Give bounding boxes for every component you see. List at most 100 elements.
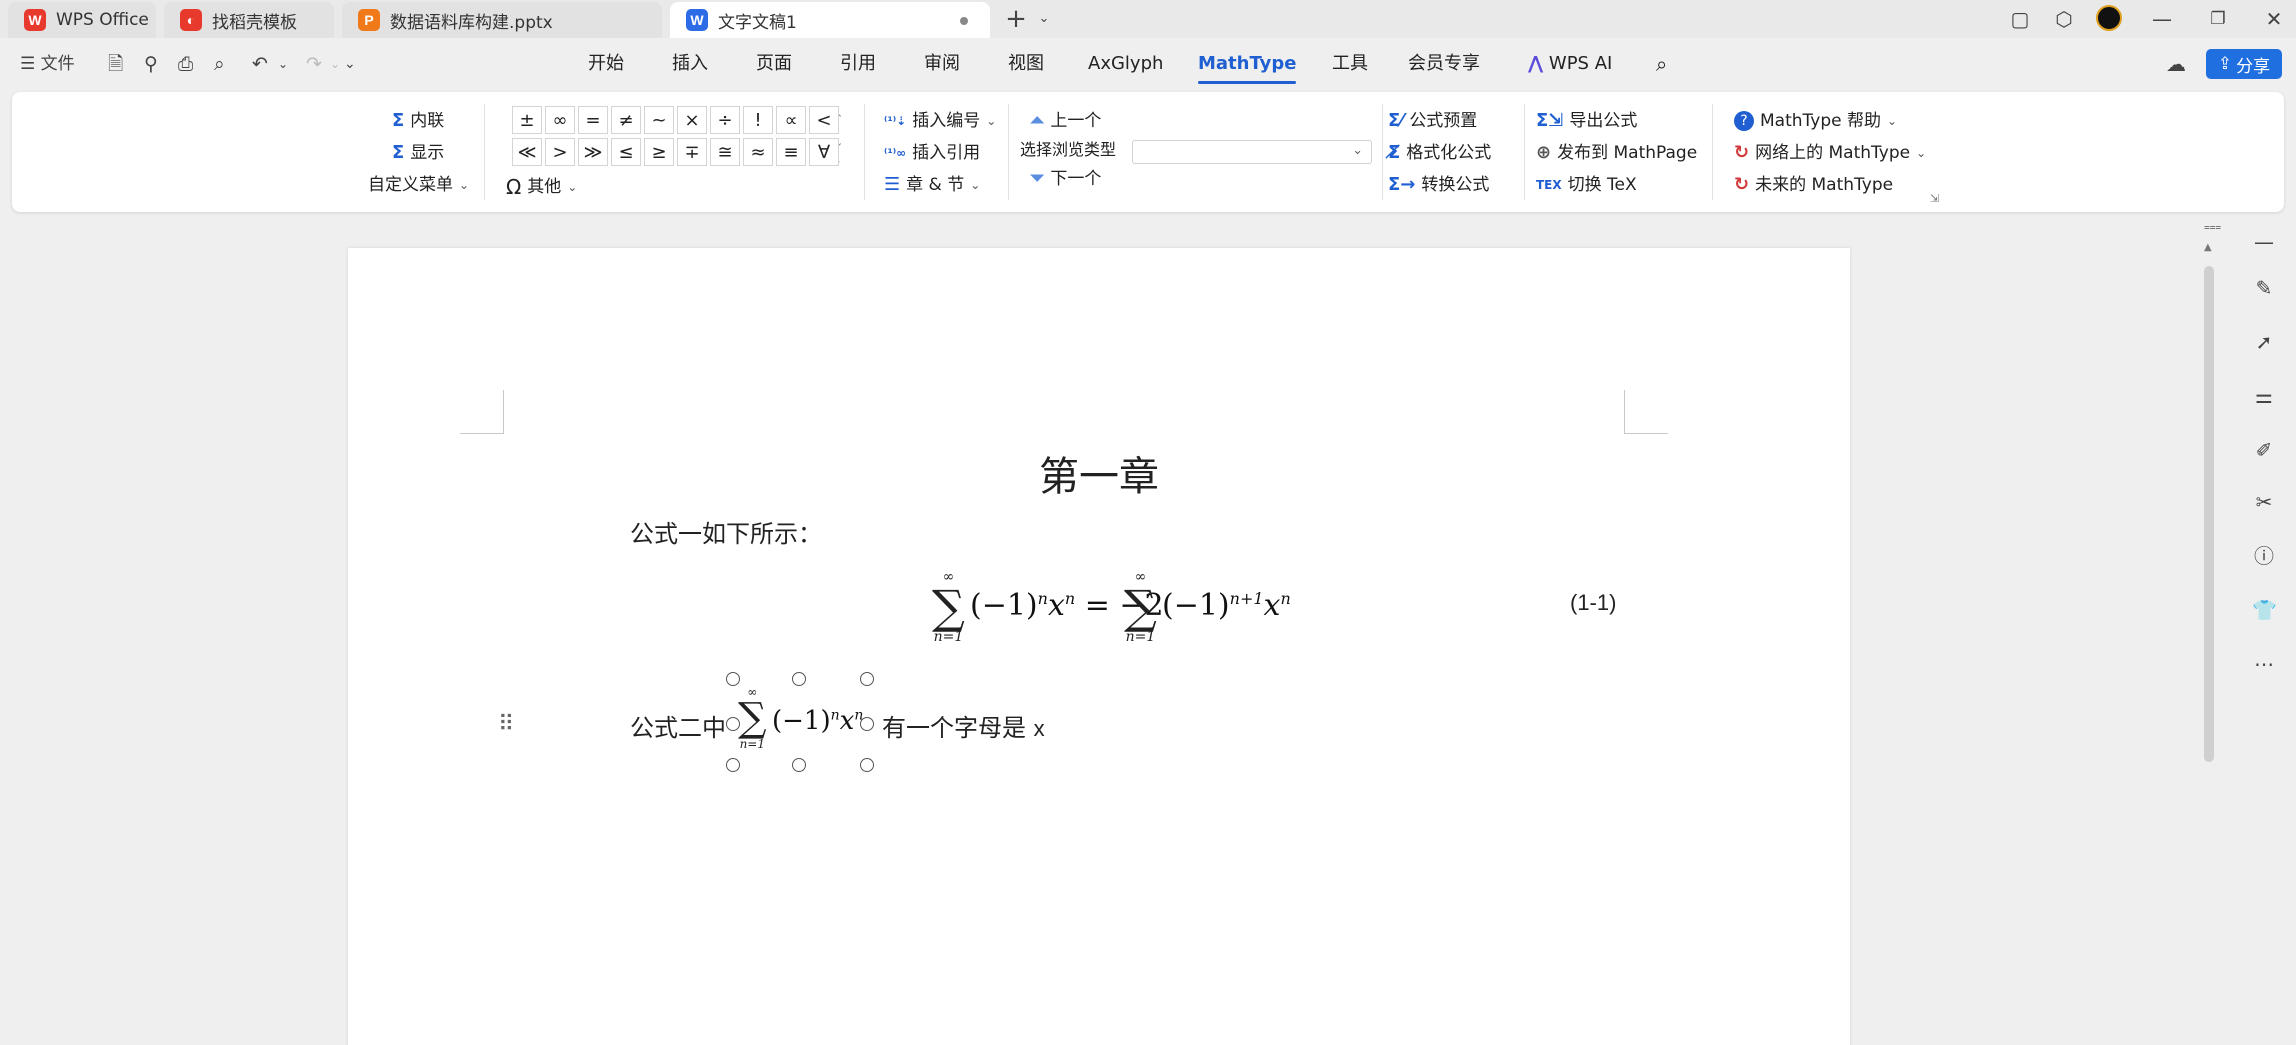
pen-icon[interactable]: ✎ <box>2252 276 2276 300</box>
convert-equations-button[interactable]: Σ→ 转换公式 <box>1388 174 1489 196</box>
resize-handle[interactable] <box>792 758 806 772</box>
share-button[interactable]: ⇪ 分享 <box>2206 49 2282 79</box>
symbol-button[interactable]: ∞ <box>545 106 575 134</box>
tab-docer-templates[interactable]: ◐ 找稻壳模板 <box>164 2 334 38</box>
print-preview-icon[interactable]: ⌕ <box>214 52 225 76</box>
search-icon[interactable]: ⌕ <box>1656 52 1667 76</box>
drag-handle-icon[interactable]: ⠿ <box>498 712 514 737</box>
symbol-button[interactable]: ≅ <box>710 138 740 166</box>
resize-handle[interactable] <box>726 672 740 686</box>
window-layout-icon[interactable]: ▢ <box>2006 6 2034 32</box>
format-painter-icon[interactable]: ⚲ <box>144 52 158 76</box>
new-tab-button[interactable]: + <box>1002 6 1030 32</box>
symbol-button[interactable]: ∝ <box>776 106 806 134</box>
symbol-button[interactable]: < <box>809 106 839 134</box>
redo-icon[interactable]: ↷ <box>306 52 322 76</box>
resize-handle[interactable] <box>792 672 806 686</box>
resize-handle[interactable] <box>860 758 874 772</box>
document-page[interactable]: 第一章 公式一如下所示： ∞ ∑ n=1 (−1)nxn = −2 ∞ ∑ n=… <box>348 248 1850 1045</box>
mathtype-help-button[interactable]: ? MathType 帮助 ⌄ <box>1734 110 1897 132</box>
insert-number-button[interactable]: ⁽¹⁾⇣ 插入编号 ⌄ <box>884 110 996 132</box>
resize-handle[interactable] <box>860 717 874 731</box>
edit-image-icon[interactable]: ✐ <box>2252 438 2276 462</box>
symbol-button[interactable]: ≠ <box>611 106 641 134</box>
mathtype-online-button[interactable]: ↻ 网络上的 MathType ⌄ <box>1734 142 1926 164</box>
print-icon[interactable]: ⎙ <box>178 52 193 76</box>
toggle-tex-button[interactable]: TEX 切换 TeX <box>1536 174 1637 196</box>
paragraph-2-end[interactable]: 有一个字母是 x <box>882 708 1045 743</box>
more-icon[interactable]: ⋯ <box>2252 652 2276 676</box>
menu-insert[interactable]: 插入 <box>672 52 708 76</box>
symbol-button[interactable]: ≥ <box>644 138 674 166</box>
scroll-up-icon[interactable]: ▲ <box>2204 242 2212 253</box>
unsaved-dot-icon[interactable] <box>960 17 968 25</box>
resize-handle[interactable] <box>726 758 740 772</box>
symbol-button[interactable]: = <box>578 106 608 134</box>
previous-button[interactable]: ⏶ 上一个 <box>1030 110 1101 132</box>
inline-equation-selected[interactable]: ∞ ∑ n=1 (−1)nxn <box>734 686 863 756</box>
undo-dropdown-icon[interactable]: ⌄ <box>278 52 288 76</box>
ribbon-expand-icon[interactable]: ⇲ <box>1930 188 1939 210</box>
mathtype-future-button[interactable]: ↻ 未来的 MathType <box>1734 174 1893 196</box>
symbol-button[interactable]: ≡ <box>776 138 806 166</box>
symbol-button[interactable]: ≫ <box>578 138 608 166</box>
minimize-icon[interactable]: — <box>2148 6 2176 32</box>
chevron-down-icon[interactable]: ⌄ <box>1030 6 1058 32</box>
help-icon[interactable]: ⓘ <box>2252 544 2276 568</box>
cloud-upload-icon[interactable]: ☁ <box>2166 52 2186 76</box>
menu-home[interactable]: 开始 <box>588 52 624 76</box>
more-chevron-icon[interactable]: ⌄ <box>344 52 356 76</box>
menu-mathtype[interactable]: MathType <box>1198 52 1297 84</box>
insert-reference-button[interactable]: ⁽¹⁾∞ 插入引用 <box>884 142 980 164</box>
inline-equation-button[interactable]: Σ 内联 <box>392 110 444 132</box>
display-equation-1[interactable]: ∞ ∑ n=1 (−1)nxn = −2 ∞ ∑ n=1 (−1)n+1xn <box>932 570 1632 650</box>
vertical-scrollbar[interactable] <box>2204 266 2214 762</box>
publish-mathpage-button[interactable]: ⊕ 发布到 MathPage <box>1536 142 1697 164</box>
custom-menu-button[interactable]: 自定义菜单 ⌄ <box>368 174 469 196</box>
tab-wps-office[interactable]: W WPS Office <box>8 2 156 38</box>
symbol-button[interactable]: ≈ <box>743 138 773 166</box>
symbol-button[interactable]: ÷ <box>710 106 740 134</box>
display-equation-button[interactable]: Σ 显示 <box>392 142 444 164</box>
symbol-button[interactable]: ± <box>512 106 542 134</box>
file-menu[interactable]: ☰ 文件 <box>20 52 75 76</box>
save-icon[interactable]: 🗎 <box>108 52 123 76</box>
symbol-button[interactable]: × <box>677 106 707 134</box>
resize-handle[interactable] <box>726 717 740 731</box>
sliders-icon[interactable]: ⚌ <box>2252 384 2276 408</box>
symbol-button[interactable]: ! <box>743 106 773 134</box>
avatar[interactable] <box>2096 5 2122 31</box>
export-equations-button[interactable]: Σ⇲ 导出公式 <box>1536 110 1637 132</box>
menu-axglyph[interactable]: AxGlyph <box>1088 52 1163 76</box>
paragraph-1[interactable]: 公式一如下所示： <box>630 514 822 549</box>
scroll-split-icon[interactable]: ⩶ <box>2204 222 2221 233</box>
resize-handle[interactable] <box>860 672 874 686</box>
menu-view[interactable]: 视图 <box>1008 52 1044 76</box>
menu-tools[interactable]: 工具 <box>1332 52 1368 76</box>
cube-icon[interactable]: ⬡ <box>2050 6 2078 32</box>
equation-preset-button[interactable]: Σ⁄ 公式预置 <box>1388 110 1477 132</box>
menu-wps-ai[interactable]: ⋀ WPS AI <box>1528 52 1612 76</box>
symbol-button[interactable]: > <box>545 138 575 166</box>
symbol-button[interactable]: ∀ <box>809 138 839 166</box>
symbol-button[interactable]: ≤ <box>611 138 641 166</box>
close-icon[interactable]: ✕ <box>2260 6 2288 32</box>
symbol-button[interactable]: ∓ <box>677 138 707 166</box>
chapter-section-button[interactable]: ☰ 章 & 节 ⌄ <box>884 174 980 196</box>
paragraph-2-start[interactable]: 公式二中 <box>630 708 726 743</box>
format-equations-button[interactable]: Σ̸ 格式化公式 <box>1388 142 1491 164</box>
menu-membership[interactable]: 会员专享 <box>1408 52 1480 76</box>
select-pointer-icon[interactable]: ➚ <box>2252 330 2276 354</box>
menu-review[interactable]: 审阅 <box>924 52 960 76</box>
other-symbols-button[interactable]: Ω 其他 ⌄ <box>506 176 577 198</box>
chapter-heading[interactable]: 第一章 <box>348 444 1850 502</box>
tab-pptx[interactable]: P 数据语料库构建.pptx <box>342 2 662 38</box>
collapse-icon[interactable]: — <box>2252 230 2276 254</box>
menu-page[interactable]: 页面 <box>756 52 792 76</box>
symbol-button[interactable]: ≪ <box>512 138 542 166</box>
menu-references[interactable]: 引用 <box>840 52 876 76</box>
restore-icon[interactable]: ❐ <box>2204 6 2232 32</box>
symbol-button[interactable]: ~ <box>644 106 674 134</box>
undo-icon[interactable]: ↶ <box>252 52 268 76</box>
browse-type-select[interactable]: ⌄ <box>1132 140 1372 164</box>
